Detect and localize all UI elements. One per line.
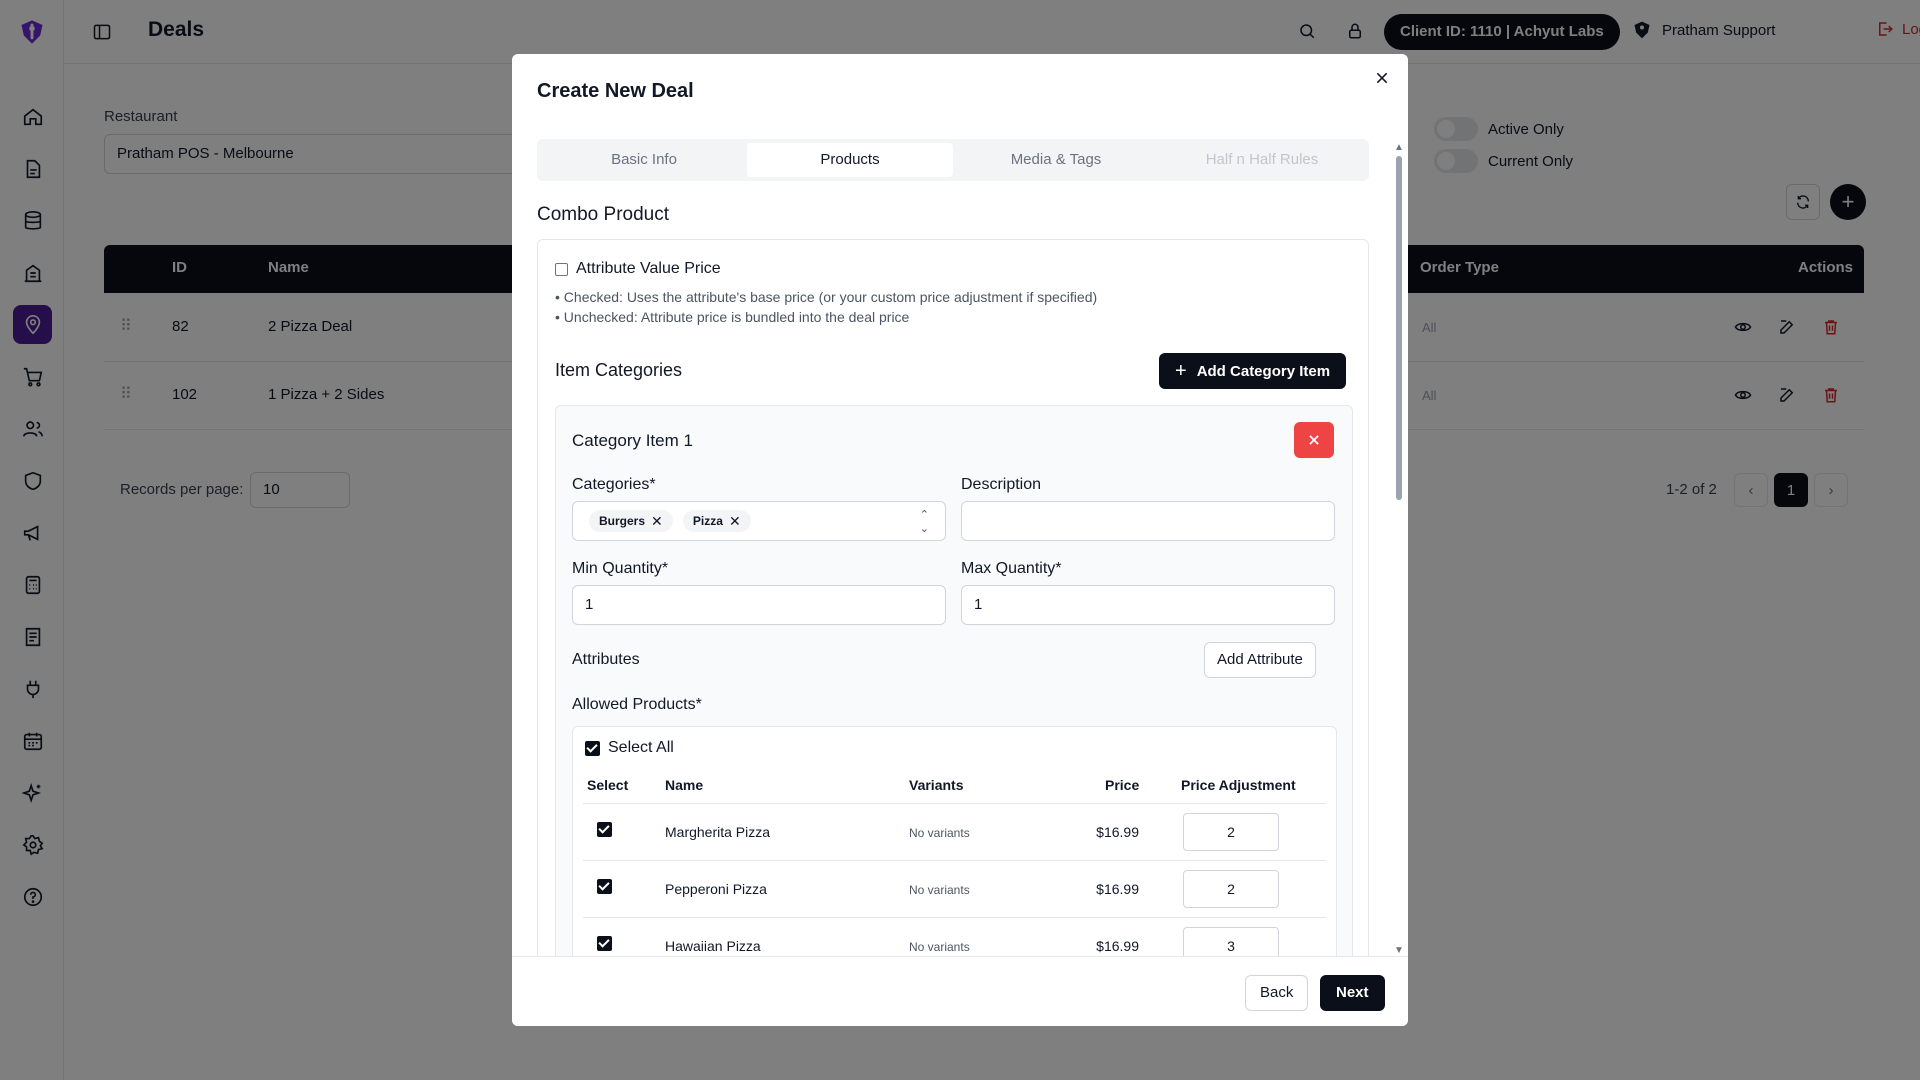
scroll-up-arrow[interactable]: ▲ [1394, 142, 1404, 153]
back-button[interactable]: Back [1245, 975, 1309, 1011]
categories-label: Categories* [572, 476, 656, 493]
attribute-value-price-checkbox[interactable] [555, 262, 568, 276]
attribute-value-price-option[interactable]: Attribute Value Price [555, 260, 721, 278]
remove-chip-icon[interactable]: ✕ [729, 502, 741, 540]
product-checkbox[interactable] [597, 822, 612, 837]
item-categories-title: Item Categories [555, 360, 683, 380]
remove-chip-icon[interactable]: ✕ [651, 502, 663, 540]
description-input[interactable] [961, 501, 1335, 541]
product-row[interactable]: Hawaiian Pizza No variants $16.99 3 [583, 917, 1326, 956]
product-variants: No variants [909, 826, 970, 840]
modal-title: Create New Deal [537, 80, 694, 102]
price-adjustment-input[interactable]: 3 [1183, 927, 1279, 956]
chip-label: Burgers [599, 514, 646, 529]
add-category-item-button[interactable]: + Add Category Item [1159, 353, 1347, 389]
col-price: Price [1105, 777, 1140, 793]
price-adjustment-input[interactable]: 2 [1183, 870, 1279, 908]
tab-products[interactable]: Products [747, 143, 953, 177]
combo-product-card: Attribute Value Price • Checked: Uses th… [537, 239, 1369, 956]
allowed-products-table: Select All Select Name Variants Price Pr… [572, 726, 1337, 956]
allowed-products-label: Allowed Products* [572, 696, 702, 713]
category-chip: Pizza ✕ [682, 510, 751, 533]
category-item-title: Category Item 1 [572, 431, 693, 450]
attributes-label: Attributes [572, 651, 640, 668]
product-price: $16.99 [1096, 938, 1139, 954]
product-price: $16.99 [1096, 824, 1139, 840]
max-quantity-input[interactable]: 1 [961, 585, 1335, 625]
close-icon[interactable] [1374, 70, 1390, 86]
chevron-up-down-icon: ⌃ ⌄ [919, 509, 929, 535]
price-adjustment-input[interactable]: 2 [1183, 813, 1279, 851]
select-all-option[interactable]: Select All [585, 739, 674, 757]
note-checked: • Checked: Uses the attribute's base pri… [555, 289, 1098, 305]
product-row[interactable]: Margherita Pizza No variants $16.99 2 [583, 803, 1326, 860]
attribute-value-price-label: Attribute Value Price [576, 260, 721, 277]
product-checkbox[interactable] [597, 879, 612, 894]
remove-category-item-button[interactable] [1294, 422, 1334, 458]
description-label: Description [961, 476, 1042, 493]
modal-footer: Back Next [512, 956, 1408, 1026]
add-category-item-label: Add Category Item [1196, 362, 1331, 380]
product-name: Pepperoni Pizza [665, 881, 767, 897]
modal-tabs: Basic Info Products Media & Tags Half n … [537, 139, 1369, 181]
section-title: Combo Product [537, 204, 670, 225]
add-attribute-button[interactable]: Add Attribute [1204, 642, 1316, 678]
col-select: Select [587, 777, 629, 793]
product-name: Margherita Pizza [665, 824, 771, 840]
product-variants: No variants [909, 883, 970, 897]
tab-half-n-half-rules: Half n Half Rules [1205, 151, 1319, 168]
select-all-label: Select All [608, 739, 674, 756]
chip-label: Pizza [692, 514, 723, 529]
categories-multiselect[interactable]: Burgers ✕ Pizza ✕ ⌃ ⌄ [572, 501, 946, 541]
product-name: Hawaiian Pizza [665, 938, 761, 954]
modal-body: Combo Product Attribute Value Price • Ch… [512, 194, 1408, 956]
max-quantity-label: Max Quantity* [961, 560, 1062, 577]
plus-icon: + [1175, 359, 1187, 382]
product-checkbox[interactable] [597, 936, 612, 951]
min-quantity-label: Min Quantity* [572, 560, 669, 577]
product-price: $16.99 [1096, 881, 1139, 897]
product-variants: No variants [909, 940, 970, 954]
category-chip: Burgers ✕ [589, 510, 673, 533]
col-product-name: Name [665, 777, 704, 793]
col-variants: Variants [909, 777, 964, 793]
next-button[interactable]: Next [1320, 975, 1385, 1011]
product-row[interactable]: Pepperoni Pizza No variants $16.99 2 [583, 860, 1326, 917]
tab-media-tags[interactable]: Media & Tags [953, 143, 1159, 177]
note-unchecked: • Unchecked: Attribute price is bundled … [555, 309, 910, 325]
close-icon [1309, 435, 1319, 445]
select-all-checkbox[interactable] [585, 740, 600, 756]
create-deal-modal: Create New Deal Basic Info Products Medi… [512, 54, 1408, 1026]
min-quantity-input[interactable]: 1 [572, 585, 946, 625]
tab-basic-info[interactable]: Basic Info [541, 143, 747, 177]
category-item-card: Category Item 1 Categories* Burgers ✕ Piz… [555, 405, 1353, 956]
col-price-adjustment: Price Adjustment [1181, 777, 1296, 793]
